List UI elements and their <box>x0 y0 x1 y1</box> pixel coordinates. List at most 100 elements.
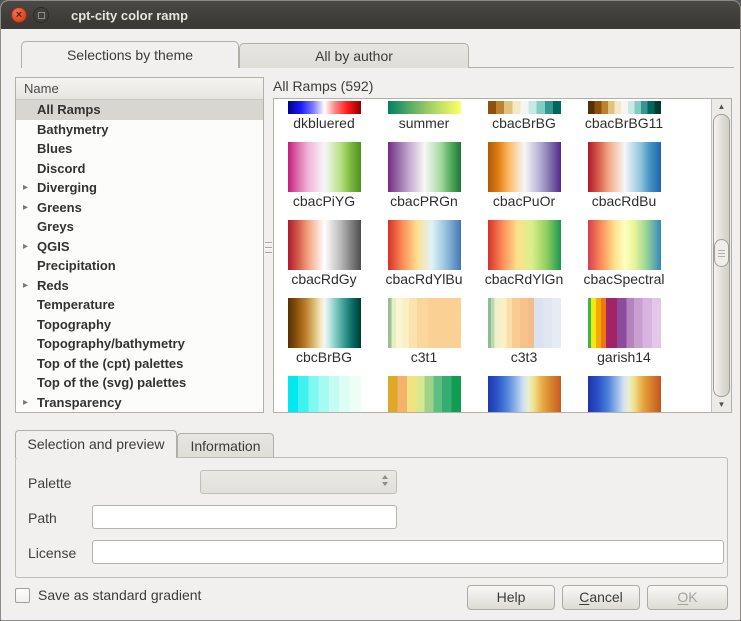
ramps-list: dkbluered summer cbacBrBG cbacBrBG11 cbacPiY… <box>273 98 732 413</box>
ramp-name-label: dkbluered <box>293 115 355 131</box>
ramp-item[interactable] <box>574 376 674 412</box>
ramp-item-summer[interactable]: summer <box>374 101 474 132</box>
splitter-handle[interactable] <box>265 240 272 255</box>
tab-information[interactable]: Information <box>177 433 274 458</box>
ramp-item-cbacpuor[interactable]: cbacPuOr <box>474 142 574 210</box>
ramp-swatch[interactable] <box>587 142 661 192</box>
save-gradient-checkbox[interactable] <box>15 587 30 603</box>
ramp-swatch[interactable] <box>487 298 561 348</box>
window-titlebar[interactable]: × cpt-city color ramp <box>1 1 740 29</box>
ramp-swatch[interactable] <box>387 101 461 114</box>
ramp-item-cbacbrbg11[interactable]: cbacBrBG11 <box>574 101 674 132</box>
ramp-item-cbacspectral[interactable]: cbacSpectral <box>574 220 674 288</box>
ramp-name-label: summer <box>398 115 450 131</box>
ramp-item-c3t1[interactable]: c3t1 <box>374 298 474 366</box>
ramp-swatch[interactable] <box>287 101 361 114</box>
expand-arrow-icon[interactable]: ▸ <box>23 397 37 408</box>
ramp-item-cbacrdgy[interactable]: cbacRdGy <box>274 220 374 288</box>
tab-all-by-author[interactable]: All by author <box>239 43 469 68</box>
close-button[interactable]: × <box>11 7 27 23</box>
ramp-item-cbcbrbg[interactable]: cbcBrBG <box>274 298 374 366</box>
tree-item-all-ramps[interactable]: All Ramps <box>16 100 263 120</box>
tree-item-transparency[interactable]: ▸ Transparency <box>16 393 263 413</box>
path-label: Path <box>28 510 57 526</box>
theme-tree: Name All Ramps Bathymetry Blues Discord ▸ Div… <box>15 77 264 413</box>
ramp-item-cbacbrbg[interactable]: cbacBrBG <box>474 101 574 132</box>
tree-item-blues[interactable]: Blues <box>16 139 263 159</box>
cancel-button[interactable]: Cancel <box>562 585 640 610</box>
license-input[interactable] <box>92 540 724 564</box>
tree-item-diverging[interactable]: ▸ Diverging <box>16 178 263 198</box>
tree-item-label: Top of the (cpt) palettes <box>37 355 184 371</box>
ramp-name-label: cbacPuOr <box>492 193 556 209</box>
ramp-item-garish14[interactable]: garish14 <box>574 298 674 366</box>
scrollbar-grip[interactable] <box>714 239 729 267</box>
tree-item-topography[interactable]: Topography <box>16 315 263 335</box>
expand-arrow-icon[interactable]: ▸ <box>23 280 37 291</box>
tree-item-temperature[interactable]: Temperature <box>16 295 263 315</box>
ramp-swatch[interactable] <box>387 376 461 412</box>
ramp-swatch[interactable] <box>487 220 561 270</box>
tree-item-reds[interactable]: ▸ Reds <box>16 276 263 296</box>
save-gradient-row: Save as standard gradient <box>15 587 201 603</box>
expand-arrow-icon[interactable]: ▸ <box>23 202 37 213</box>
tab-selection-and-preview[interactable]: Selection and preview <box>15 430 177 458</box>
ramp-name-label: cbacBrBG <box>492 115 556 131</box>
ramp-name-label: cbacPiYG <box>292 193 356 209</box>
tree-item-label: All Ramps <box>37 102 101 118</box>
ramp-swatch[interactable] <box>587 220 661 270</box>
ramp-swatch[interactable] <box>487 376 561 412</box>
ramp-item-cbacprgn[interactable]: cbacPRGn <box>374 142 474 210</box>
ramp-name-label: c3t1 <box>410 349 438 365</box>
scroll-down-icon[interactable]: ▼ <box>712 397 731 412</box>
path-input[interactable] <box>92 505 397 529</box>
tree-item-top-of-the-svg-palettes[interactable]: Top of the (svg) palettes <box>16 373 263 393</box>
ramp-swatch[interactable] <box>387 220 461 270</box>
tree-item-qgis[interactable]: ▸ QGIS <box>16 237 263 257</box>
ramp-item[interactable] <box>474 376 574 412</box>
ramp-swatch[interactable] <box>287 220 361 270</box>
tree-item-top-of-the-cpt-palettes[interactable]: Top of the (cpt) palettes <box>16 354 263 374</box>
ramp-swatch[interactable] <box>487 101 561 114</box>
tab-selections-by-theme[interactable]: Selections by theme <box>21 41 239 68</box>
ramp-item[interactable] <box>274 376 374 412</box>
ramp-item-cbacrdylgn[interactable]: cbacRdYlGn <box>474 220 574 288</box>
ramp-item-dkbluered[interactable]: dkbluered <box>274 101 374 132</box>
tree-item-label: Precipitation <box>37 258 116 274</box>
palette-select[interactable] <box>200 470 397 494</box>
window-title: cpt-city color ramp <box>71 7 189 23</box>
tree-item-precipitation[interactable]: Precipitation <box>16 256 263 276</box>
ramp-swatch[interactable] <box>287 376 361 412</box>
tree-item-greens[interactable]: ▸ Greens <box>16 198 263 218</box>
ramp-swatch[interactable] <box>287 142 361 192</box>
ramp-item-cbacrdylbu[interactable]: cbacRdYlBu <box>374 220 474 288</box>
tree-item-bathymetry[interactable]: Bathymetry <box>16 120 263 140</box>
ramp-row: cbcBrBG c3t1 c3t3 garish14 <box>274 298 711 366</box>
ramp-row: cbacPiYG cbacPRGn cbacPuOr cbacRdBu <box>274 142 711 210</box>
maximize-button[interactable] <box>33 7 49 23</box>
ok-button[interactable]: OK <box>647 585 728 610</box>
ramps-count-label: All Ramps (592) <box>273 78 374 94</box>
tree-header-name[interactable]: Name <box>16 78 263 100</box>
ramp-swatch[interactable] <box>287 298 361 348</box>
ramp-swatch[interactable] <box>587 298 661 348</box>
help-button[interactable]: Help <box>467 585 555 610</box>
ramp-swatch[interactable] <box>387 142 461 192</box>
expand-arrow-icon[interactable]: ▸ <box>23 241 37 252</box>
ramp-item-cbacrdbu[interactable]: cbacRdBu <box>574 142 674 210</box>
expand-arrow-icon[interactable]: ▸ <box>23 182 37 193</box>
ramp-swatch[interactable] <box>587 376 661 412</box>
maximize-icon <box>37 11 45 19</box>
tree-item-topography-bathymetry[interactable]: Topography/bathymetry <box>16 334 263 354</box>
ramp-item-c3t3[interactable]: c3t3 <box>474 298 574 366</box>
ramp-swatch[interactable] <box>587 101 661 114</box>
ramps-scrollbar[interactable]: ▲ ▼ <box>711 99 731 412</box>
scroll-up-icon[interactable]: ▲ <box>712 99 731 114</box>
ramp-item-cbacpiyg[interactable]: cbacPiYG <box>274 142 374 210</box>
tree-item-discord[interactable]: Discord <box>16 159 263 179</box>
tree-item-greys[interactable]: Greys <box>16 217 263 237</box>
ramp-item[interactable] <box>374 376 474 412</box>
ramp-swatch[interactable] <box>387 298 461 348</box>
ramp-swatch[interactable] <box>487 142 561 192</box>
tree-item-label: Greens <box>37 199 82 215</box>
